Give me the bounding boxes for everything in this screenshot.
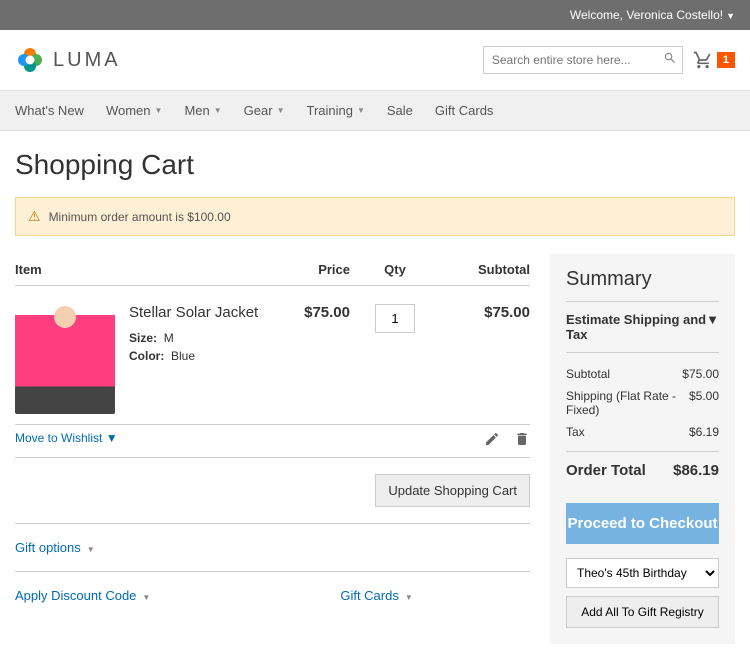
chevron-down-icon: ▼ bbox=[214, 106, 222, 115]
edit-icon[interactable] bbox=[484, 431, 500, 447]
item-icon-buttons bbox=[484, 431, 530, 447]
nav-item-gear[interactable]: Gear▼ bbox=[244, 91, 285, 130]
chevron-down-icon: ▼ bbox=[142, 593, 150, 602]
summary-order-total: Order Total$86.19 bbox=[566, 451, 719, 489]
update-cart-row: Update Shopping Cart bbox=[15, 458, 530, 524]
cart-column: Item Price Qty Subtotal Stellar Solar Ja… bbox=[15, 254, 530, 644]
logo[interactable]: LUMA bbox=[15, 45, 121, 75]
mini-cart[interactable]: 1 bbox=[693, 50, 735, 70]
search-box bbox=[483, 46, 683, 74]
chevron-down-icon: ▼ bbox=[155, 106, 163, 115]
content: Item Price Qty Subtotal Stellar Solar Ja… bbox=[0, 254, 750, 664]
gift-options-link[interactable]: Gift options▼ bbox=[15, 540, 95, 555]
item-price: $75.00 bbox=[260, 304, 350, 414]
alert-text: Minimum order amount is $100.00 bbox=[49, 210, 231, 224]
page-title: Shopping Cart bbox=[0, 131, 750, 197]
gift-registry-select[interactable]: Theo's 45th Birthday bbox=[566, 558, 719, 588]
nav-item-men[interactable]: Men▼ bbox=[184, 91, 221, 130]
qty-input[interactable] bbox=[375, 304, 415, 333]
chevron-down-icon: ▼ bbox=[706, 312, 719, 342]
nav-item-what-s-new[interactable]: What's New bbox=[15, 91, 84, 130]
search-input[interactable] bbox=[483, 46, 683, 74]
cart-icon bbox=[693, 50, 713, 70]
top-bar: Welcome, Veronica Costello!▼ bbox=[0, 0, 750, 30]
chevron-down-icon: ▼ bbox=[405, 593, 413, 602]
nav-item-women[interactable]: Women▼ bbox=[106, 91, 162, 130]
nav-item-gift-cards[interactable]: Gift Cards bbox=[435, 91, 494, 130]
cart-item-row: Stellar Solar Jacket Size: M Color: Blue… bbox=[15, 286, 530, 425]
summary-panel: Summary Estimate Shipping and Tax ▼ Subt… bbox=[550, 254, 735, 644]
header-price: Price bbox=[260, 262, 350, 277]
alert-minimum-order: ⚠ Minimum order amount is $100.00 bbox=[15, 197, 735, 236]
gift-cards-link[interactable]: Gift Cards▼ bbox=[340, 588, 412, 603]
chevron-down-icon: ▼ bbox=[87, 545, 95, 554]
header-item: Item bbox=[15, 262, 260, 277]
logo-icon bbox=[15, 45, 45, 75]
chevron-down-icon: ▼ bbox=[106, 431, 118, 445]
trash-icon[interactable] bbox=[514, 431, 530, 447]
update-cart-button[interactable]: Update Shopping Cart bbox=[375, 474, 530, 507]
nav-item-training[interactable]: Training▼ bbox=[306, 91, 364, 130]
header-subtotal: Subtotal bbox=[440, 262, 530, 277]
header: LUMA 1 bbox=[0, 30, 750, 90]
product-name[interactable]: Stellar Solar Jacket bbox=[129, 304, 260, 321]
product-image[interactable] bbox=[15, 304, 115, 414]
cart-table-header: Item Price Qty Subtotal bbox=[15, 254, 530, 286]
summary-subtotal: Subtotal$75.00 bbox=[566, 363, 719, 385]
attr-color: Color: Blue bbox=[129, 349, 260, 363]
product-info: Stellar Solar Jacket Size: M Color: Blue bbox=[129, 304, 260, 414]
item-subtotal: $75.00 bbox=[440, 304, 530, 414]
nav-item-sale[interactable]: Sale bbox=[387, 91, 413, 130]
chevron-down-icon: ▼ bbox=[277, 106, 285, 115]
discount-code-link[interactable]: Apply Discount Code▼ bbox=[15, 588, 150, 603]
gift-options-row: Gift options▼ bbox=[15, 524, 530, 572]
bottom-links-row: Apply Discount Code▼ Gift Cards▼ bbox=[15, 572, 530, 619]
chevron-down-icon: ▼ bbox=[726, 11, 735, 21]
logo-text: LUMA bbox=[53, 49, 121, 72]
header-right: 1 bbox=[483, 46, 735, 74]
welcome-text[interactable]: Welcome, Veronica Costello! bbox=[570, 8, 723, 22]
warning-icon: ⚠ bbox=[28, 208, 41, 225]
summary-tax: Tax$6.19 bbox=[566, 421, 719, 443]
item-qty-cell bbox=[350, 304, 440, 414]
attr-size: Size: M bbox=[129, 331, 260, 345]
item-actions-row: Move to Wishlist ▼ bbox=[15, 425, 530, 458]
move-to-wishlist-link[interactable]: Move to Wishlist ▼ bbox=[15, 431, 118, 447]
summary-shipping: Shipping (Flat Rate - Fixed)$5.00 bbox=[566, 385, 719, 421]
add-to-registry-button[interactable]: Add All To Gift Registry bbox=[566, 596, 719, 628]
checkout-button[interactable]: Proceed to Checkout bbox=[566, 503, 719, 544]
main-nav: What's New Women▼ Men▼ Gear▼ Training▼ Sale Gi… bbox=[0, 90, 750, 131]
summary-title: Summary bbox=[566, 268, 719, 302]
estimate-shipping-toggle[interactable]: Estimate Shipping and Tax ▼ bbox=[566, 312, 719, 353]
cart-count-badge: 1 bbox=[717, 52, 735, 68]
search-icon[interactable] bbox=[663, 51, 677, 65]
header-qty: Qty bbox=[350, 262, 440, 277]
chevron-down-icon: ▼ bbox=[357, 106, 365, 115]
